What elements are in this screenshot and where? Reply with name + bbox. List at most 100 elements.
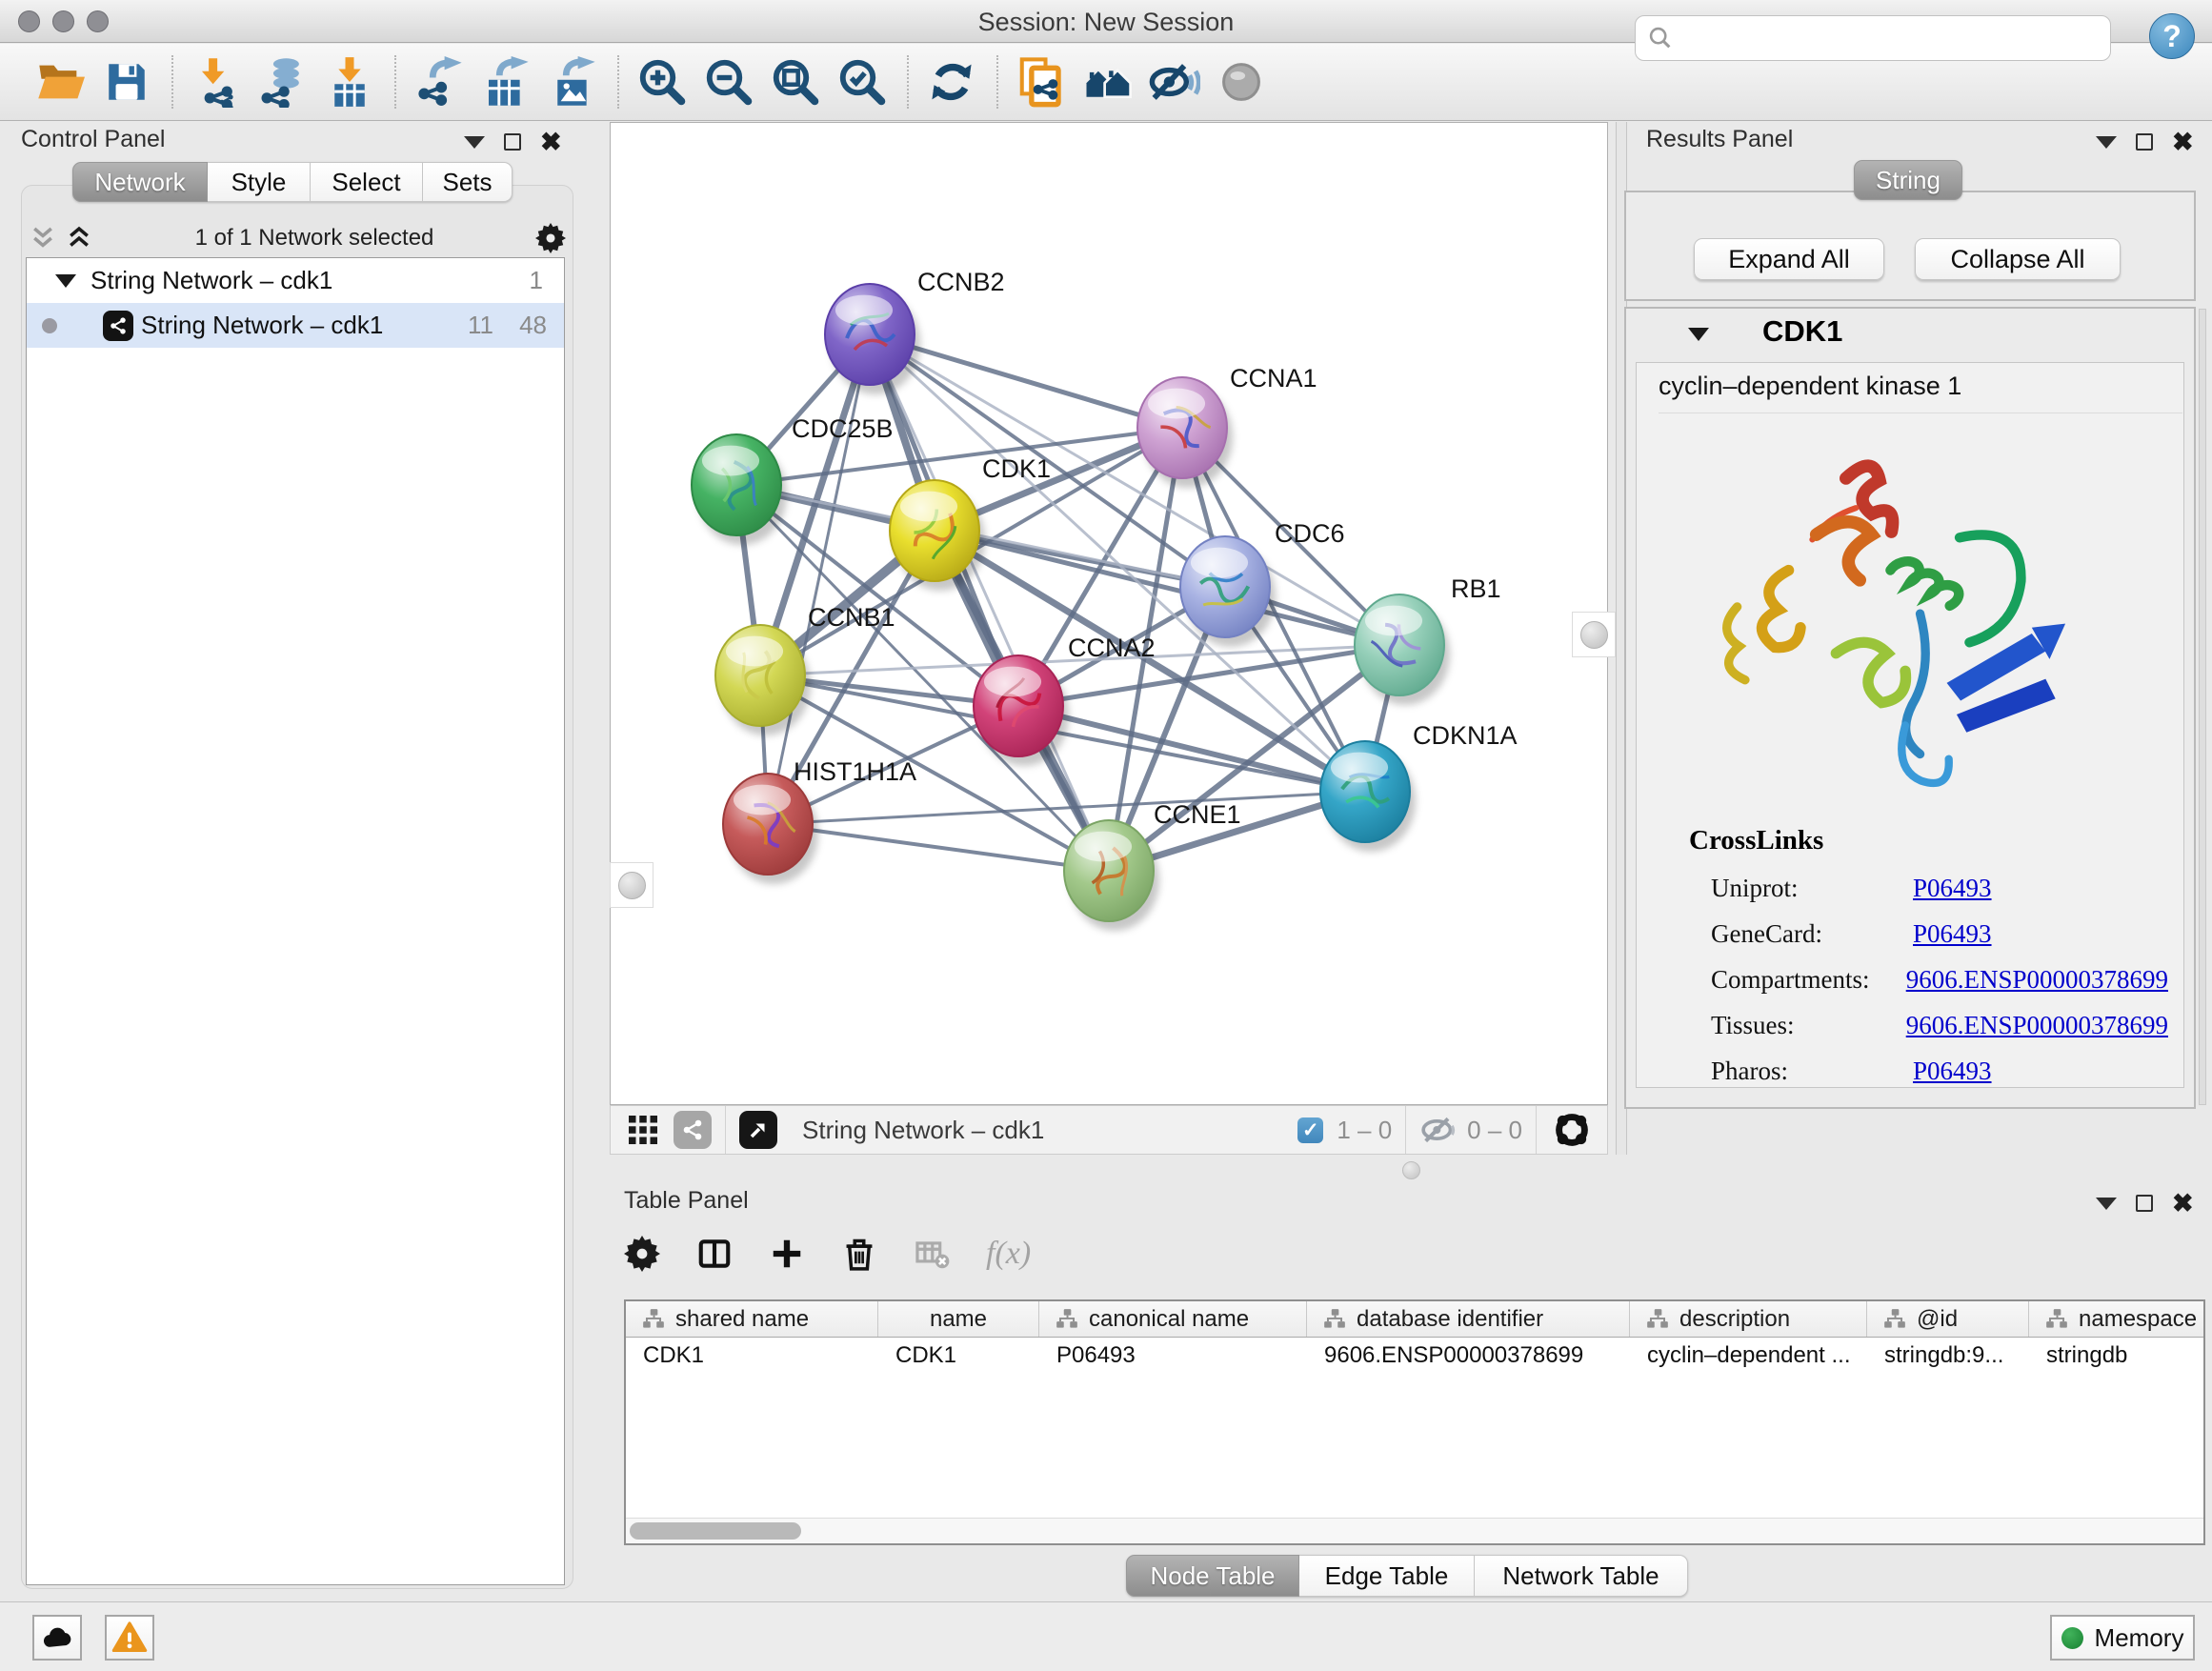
edge-CCNE1-HIST1H1A[interactable] xyxy=(768,824,1109,871)
home-icon[interactable] xyxy=(1080,53,1136,111)
panel-close-icon[interactable]: ✖ xyxy=(2172,130,2194,155)
cdk1-collapse-icon[interactable] xyxy=(1688,328,1709,341)
hide-selected-eye-slash-icon[interactable] xyxy=(1147,53,1202,111)
table-cell[interactable]: CDK1 xyxy=(878,1338,1039,1374)
panel-float-icon[interactable] xyxy=(504,133,521,151)
crosslink-link[interactable]: P06493 xyxy=(1913,919,1992,949)
panel-close-icon[interactable]: ✖ xyxy=(2172,1191,2194,1217)
tab-network[interactable]: Network xyxy=(72,162,208,202)
import-network-from-database-icon[interactable] xyxy=(255,53,311,111)
panel-menu-icon[interactable] xyxy=(464,136,485,149)
node-RB1[interactable]: RB1 xyxy=(1355,574,1501,705)
help-button[interactable]: ? xyxy=(2149,13,2195,59)
export-network-icon[interactable] xyxy=(412,53,467,111)
expand-all-button[interactable]: Expand All xyxy=(1694,238,1884,280)
share-document-icon[interactable] xyxy=(1014,53,1069,111)
delete-column-trash-icon[interactable] xyxy=(841,1236,877,1272)
right-splitter-handle[interactable] xyxy=(1572,612,1616,657)
results-scrollbar[interactable] xyxy=(2199,309,2206,1105)
export-image-icon[interactable] xyxy=(545,53,600,111)
column-header-name[interactable]: name xyxy=(878,1301,1039,1337)
zoom-selected-icon[interactable] xyxy=(835,53,890,111)
crosslink-row: Compartments:9606.ENSP00000378699 xyxy=(1711,956,2168,1002)
table-cell[interactable]: cyclin–dependent ... xyxy=(1630,1338,1867,1374)
expand-all-icon[interactable] xyxy=(65,224,93,252)
collapse-all-button[interactable]: Collapse All xyxy=(1915,238,2121,280)
scrollbar-thumb[interactable] xyxy=(630,1522,801,1540)
table-row[interactable]: CDK1CDK1P064939606.ENSP00000378699cyclin… xyxy=(626,1338,2203,1374)
tab-string[interactable]: String xyxy=(1854,160,1962,200)
node-CDC25B[interactable]: CDC25B xyxy=(692,414,894,545)
export-table-icon[interactable] xyxy=(478,53,533,111)
tab-style[interactable]: Style xyxy=(208,162,311,202)
crosslink-link[interactable]: P06493 xyxy=(1913,874,1992,903)
table-options-gear-icon[interactable] xyxy=(624,1236,660,1272)
zoom-in-icon[interactable] xyxy=(634,53,690,111)
crosslink-link[interactable]: 9606.ENSP00000378699 xyxy=(1906,965,2168,995)
column-header-description[interactable]: description xyxy=(1630,1301,1867,1337)
show-all-eye-icon[interactable] xyxy=(1214,53,1269,111)
column-header-database-identifier[interactable]: database identifier xyxy=(1307,1301,1630,1337)
import-network-icon[interactable] xyxy=(189,53,244,111)
select-columns-icon[interactable] xyxy=(696,1236,733,1272)
refresh-view-icon[interactable] xyxy=(924,53,979,111)
network-canvas[interactable]: CCNB2CCNA1CDC25BCDK1CDC6RB1CCNB1CCNA2CDK… xyxy=(610,122,1608,1105)
toolbar-separator xyxy=(394,55,396,109)
horizontal-splitter-handle[interactable] xyxy=(1402,1161,1420,1179)
network-row-selected[interactable]: String Network – cdk1 11 48 xyxy=(27,303,564,348)
table-cell[interactable]: CDK1 xyxy=(626,1338,878,1374)
open-view-icon[interactable] xyxy=(739,1111,777,1149)
left-splitter-handle[interactable] xyxy=(610,862,654,908)
column-header-shared-name[interactable]: shared name xyxy=(626,1301,878,1337)
hidden-eye-slash-icon[interactable] xyxy=(1419,1111,1458,1149)
node-CCNA1[interactable]: CCNA1 xyxy=(1137,364,1317,488)
crosslink-link[interactable]: 9606.ENSP00000378699 xyxy=(1906,1011,2168,1040)
birds-eye-view-icon[interactable] xyxy=(1550,1108,1594,1152)
column-header-namespace[interactable]: namespace xyxy=(2029,1301,2205,1337)
table-toolbar: f(x) xyxy=(624,1227,1031,1280)
crosslink-row: Tissues:9606.ENSP00000378699 xyxy=(1711,1002,2168,1048)
collection-expand-icon[interactable] xyxy=(55,274,76,288)
tab-sets[interactable]: Sets xyxy=(423,162,513,202)
table-cell[interactable]: P06493 xyxy=(1039,1338,1307,1374)
network-graph[interactable]: CCNB2CCNA1CDC25BCDK1CDC6RB1CCNB1CCNA2CDK… xyxy=(611,123,1607,1104)
table-cell[interactable]: stringdb:9... xyxy=(1867,1338,2029,1374)
import-table-icon[interactable] xyxy=(322,53,377,111)
warnings-button[interactable] xyxy=(105,1615,154,1661)
collection-label: String Network – cdk1 xyxy=(90,266,332,295)
node-CCNE1[interactable]: CCNE1 xyxy=(1064,800,1241,931)
crosslink-link[interactable]: P06493 xyxy=(1913,1057,1992,1086)
network-thumbnail-icon[interactable] xyxy=(674,1111,712,1149)
search-input[interactable] xyxy=(1683,25,2110,52)
column-header--id[interactable]: @id xyxy=(1867,1301,2029,1337)
network-collection-row[interactable]: String Network – cdk1 1 xyxy=(27,258,564,303)
node-CDKN1A[interactable]: CDKN1A xyxy=(1320,721,1518,852)
panel-menu-icon[interactable] xyxy=(2096,1198,2117,1210)
save-session-icon[interactable] xyxy=(99,53,154,111)
collapse-all-icon[interactable] xyxy=(29,224,57,252)
network-options-gear-icon[interactable] xyxy=(535,223,566,253)
column-header-canonical-name[interactable]: canonical name xyxy=(1039,1301,1307,1337)
grid-view-icon[interactable] xyxy=(626,1113,660,1147)
panel-close-icon[interactable]: ✖ xyxy=(540,130,562,155)
tab-network-table[interactable]: Network Table xyxy=(1475,1555,1688,1597)
tab-edge-table[interactable]: Edge Table xyxy=(1299,1555,1475,1597)
panel-float-icon[interactable] xyxy=(2136,1195,2153,1212)
open-file-icon[interactable] xyxy=(32,53,88,111)
search-field[interactable] xyxy=(1635,15,2111,61)
zoom-out-icon[interactable] xyxy=(701,53,756,111)
crosslink-label: Pharos: xyxy=(1711,1057,1913,1086)
table-cell[interactable]: stringdb xyxy=(2029,1338,2205,1374)
zoom-fit-icon[interactable] xyxy=(768,53,823,111)
table-cell[interactable]: 9606.ENSP00000378699 xyxy=(1307,1338,1630,1374)
tab-select[interactable]: Select xyxy=(311,162,423,202)
panel-menu-icon[interactable] xyxy=(2096,136,2117,149)
table-horizontal-scrollbar[interactable] xyxy=(626,1518,2203,1543)
tab-node-table[interactable]: Node Table xyxy=(1126,1555,1299,1597)
panel-float-icon[interactable] xyxy=(2136,133,2153,151)
cloud-status-button[interactable] xyxy=(32,1615,82,1661)
selection-checkbox[interactable]: ✓ xyxy=(1297,1117,1323,1143)
edge-CCNE1-CCNB2[interactable] xyxy=(870,334,1109,871)
add-column-icon[interactable] xyxy=(769,1236,805,1272)
memory-button[interactable]: Memory xyxy=(2050,1615,2195,1661)
